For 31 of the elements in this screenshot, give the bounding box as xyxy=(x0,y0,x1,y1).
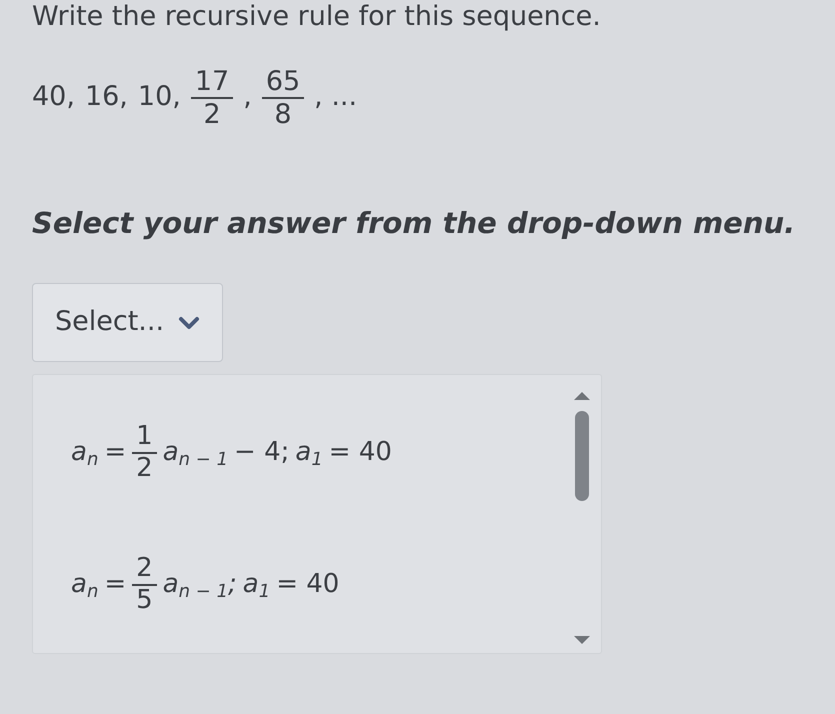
math-variable: a$_{1}$ xyxy=(242,568,270,604)
sequence-term: , ... xyxy=(314,80,358,114)
sequence-term: , xyxy=(243,80,252,114)
scrollbar-thumb[interactable] xyxy=(575,410,589,501)
scroll-up-arrow-icon[interactable] xyxy=(573,390,591,401)
math-variable: a$_{n}$ xyxy=(71,568,98,604)
math-operator: − 4; xyxy=(234,436,290,470)
math-operator: = 40 xyxy=(276,568,340,602)
math-variable: a$_{n − 1}$; xyxy=(162,568,237,604)
denominator: 5 xyxy=(136,586,153,616)
denominator: 2 xyxy=(136,454,153,484)
math-operator: = xyxy=(104,568,126,602)
sequence-term: 10, xyxy=(138,80,181,114)
dropdown-select[interactable]: Select... xyxy=(32,283,224,362)
instruction-text: Select your answer from the drop-down menu. xyxy=(32,204,796,242)
chevron-down-icon xyxy=(178,314,200,331)
math-variable: a$_{n − 1}$ xyxy=(162,436,228,472)
denominator: 8 xyxy=(274,98,292,130)
sequence-term: 40, xyxy=(32,80,75,114)
math-variable: a$_{n}$ xyxy=(71,436,98,472)
numerator: 1 xyxy=(132,422,157,454)
math-variable: a$_{1}$ xyxy=(295,436,323,472)
numerator: 17 xyxy=(190,66,234,99)
numerator: 2 xyxy=(132,554,157,586)
scroll-down-arrow-icon[interactable] xyxy=(573,634,591,645)
denominator: 2 xyxy=(203,98,221,130)
question-text: Write the recursive rule for this sequence. xyxy=(32,0,602,32)
math-operator: = 40 xyxy=(328,436,392,470)
sequence-term: 16, xyxy=(84,80,128,114)
math-operator: = xyxy=(104,436,126,470)
numerator: 65 xyxy=(262,66,304,99)
